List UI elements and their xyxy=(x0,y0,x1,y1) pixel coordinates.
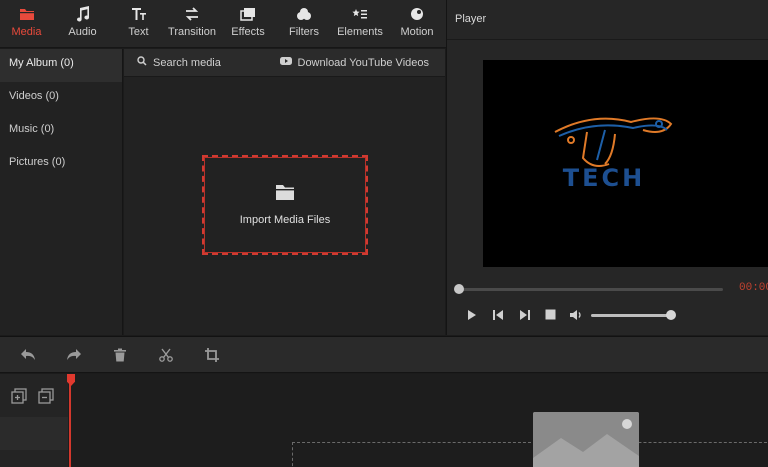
folder-icon xyxy=(19,4,35,24)
youtube-label: Download YouTube Videos xyxy=(297,56,430,69)
tab-effects[interactable]: Effects xyxy=(219,0,277,48)
stop-button[interactable] xyxy=(537,307,563,325)
youtube-icon xyxy=(279,56,292,69)
svg-text:TECH: TECH xyxy=(563,164,645,192)
delete-button[interactable] xyxy=(111,347,129,365)
text-icon xyxy=(131,4,147,24)
track-header xyxy=(0,374,68,467)
next-frame-button[interactable] xyxy=(511,307,537,325)
play-button[interactable] xyxy=(459,307,485,325)
sidebar-item-music[interactable]: Music (0) xyxy=(0,115,122,148)
timecode: 00:00 xyxy=(739,282,768,294)
sidebar-item-videos[interactable]: Videos (0) xyxy=(0,82,122,115)
sidebar-item-pictures[interactable]: Pictures (0) xyxy=(0,148,122,181)
tab-transition[interactable]: Transition xyxy=(165,0,219,48)
timeline-area[interactable] xyxy=(0,374,768,467)
scissors-icon xyxy=(159,348,173,365)
crop-icon xyxy=(205,347,219,365)
effects-icon xyxy=(240,4,256,24)
download-youtube-button[interactable]: Download YouTube Videos xyxy=(279,56,430,69)
remove-track-button[interactable] xyxy=(38,388,54,404)
tab-label: Audio xyxy=(68,26,97,38)
previous-frame-button[interactable] xyxy=(485,307,511,325)
redo-button[interactable] xyxy=(65,347,83,365)
sidebar-item-my-album[interactable]: My Album (0) xyxy=(0,49,122,82)
progress-handle[interactable] xyxy=(454,284,464,294)
tab-label: Effects xyxy=(231,26,265,38)
volume-slider[interactable] xyxy=(591,314,671,317)
skip-forward-icon xyxy=(519,309,530,324)
tab-label: Motion xyxy=(400,26,434,38)
speaker-icon xyxy=(569,309,583,324)
motion-icon xyxy=(409,4,425,24)
search-icon xyxy=(137,56,147,69)
player-title: Player xyxy=(447,0,768,40)
undo-button[interactable] xyxy=(19,347,37,365)
timeline-drop-zone[interactable] xyxy=(292,442,768,467)
elements-icon xyxy=(352,4,368,24)
add-track-icon xyxy=(11,388,27,407)
transition-icon xyxy=(184,4,200,24)
tab-label: Media xyxy=(11,26,42,38)
tab-label: Text xyxy=(128,26,149,38)
cut-button[interactable] xyxy=(157,347,175,365)
music-note-icon xyxy=(76,4,90,24)
tech-logo: TECH xyxy=(554,117,673,192)
skip-back-icon xyxy=(492,309,504,324)
image-placeholder-icon xyxy=(533,412,639,467)
volume-handle[interactable] xyxy=(666,310,676,320)
folder-icon xyxy=(275,184,295,204)
add-track-button[interactable] xyxy=(11,388,27,404)
media-panel: Search media Download YouTube Videos Imp… xyxy=(124,49,445,335)
redo-icon xyxy=(66,348,82,365)
playback-progress-bar[interactable] xyxy=(457,288,723,291)
main-toolbar: Media Audio Text Transition Effects Filt… xyxy=(0,0,446,48)
undo-icon xyxy=(20,348,36,365)
tab-label: Filters xyxy=(289,26,319,38)
search-media-input[interactable]: Search media xyxy=(137,56,221,69)
video-track-header xyxy=(0,417,68,450)
playback-controls xyxy=(459,307,589,325)
import-label: Import Media Files xyxy=(239,214,331,226)
media-search-bar: Search media Download YouTube Videos xyxy=(124,49,445,77)
tab-label: Elements xyxy=(337,26,383,38)
remove-track-icon xyxy=(38,388,54,407)
tab-media[interactable]: Media xyxy=(0,0,53,48)
tab-audio[interactable]: Audio xyxy=(53,0,112,48)
trash-icon xyxy=(113,348,127,365)
tab-motion[interactable]: Motion xyxy=(389,0,445,48)
playhead-line xyxy=(69,374,71,467)
tab-label: Transition xyxy=(168,26,216,38)
crop-button[interactable] xyxy=(203,347,221,365)
search-label: Search media xyxy=(153,56,221,69)
player-panel: Player TECH 00:00 xyxy=(446,0,768,335)
tab-filters[interactable]: Filters xyxy=(277,0,331,48)
media-library-sidebar: My Album (0) Videos (0) Music (0) Pictur… xyxy=(0,49,123,335)
video-preview[interactable]: TECH xyxy=(483,60,768,267)
tab-elements[interactable]: Elements xyxy=(331,0,389,48)
play-icon xyxy=(467,309,477,324)
stop-icon xyxy=(545,309,556,323)
volume-button[interactable] xyxy=(563,307,589,325)
tab-text[interactable]: Text xyxy=(112,0,165,48)
timeline-toolbar xyxy=(0,336,768,373)
filters-icon xyxy=(296,4,312,24)
import-media-button[interactable]: Import Media Files xyxy=(202,155,368,255)
